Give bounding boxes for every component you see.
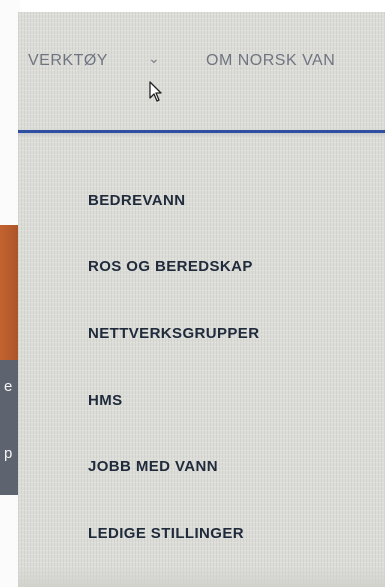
top-navigation-bar: VERKTØY ⌄ OM NORSK VAN [18,12,385,130]
menu-item-ros-og-beredskap[interactable]: ROS OG BEREDSKAP [88,258,253,275]
mouse-cursor-icon [149,81,162,102]
menu-item-jobb-med-vann[interactable]: JOBB MED VANN [88,458,218,475]
screen: e p VERKTØY ⌄ OM NORSK VAN BEDREVANN ROS… [0,0,385,587]
menu-item-bedrevann[interactable]: BEDREVANN [88,192,186,209]
side-image-strip-dark: e p [0,360,20,495]
navigation-dropdown-panel: VERKTØY ⌄ OM NORSK VAN BEDREVANN ROS OG … [18,12,385,587]
nav-item-om-norsk-vann[interactable]: OM NORSK VAN [206,52,335,70]
menu-item-ledige-stillinger[interactable]: LEDIGE STILLINGER [88,525,244,542]
menu-item-nettverksgrupper[interactable]: NETTVERKSGRUPPER [88,325,259,342]
panel-bottom-fade [18,567,385,587]
nav-item-verktoy[interactable]: VERKTØY [28,52,108,70]
menu-item-hms[interactable]: HMS [88,392,123,409]
nav-divider-shadow [18,133,385,137]
chevron-down-icon[interactable]: ⌄ [148,50,160,67]
side-strip-glyph: p [4,445,13,462]
side-strip-glyph: e [4,378,13,395]
